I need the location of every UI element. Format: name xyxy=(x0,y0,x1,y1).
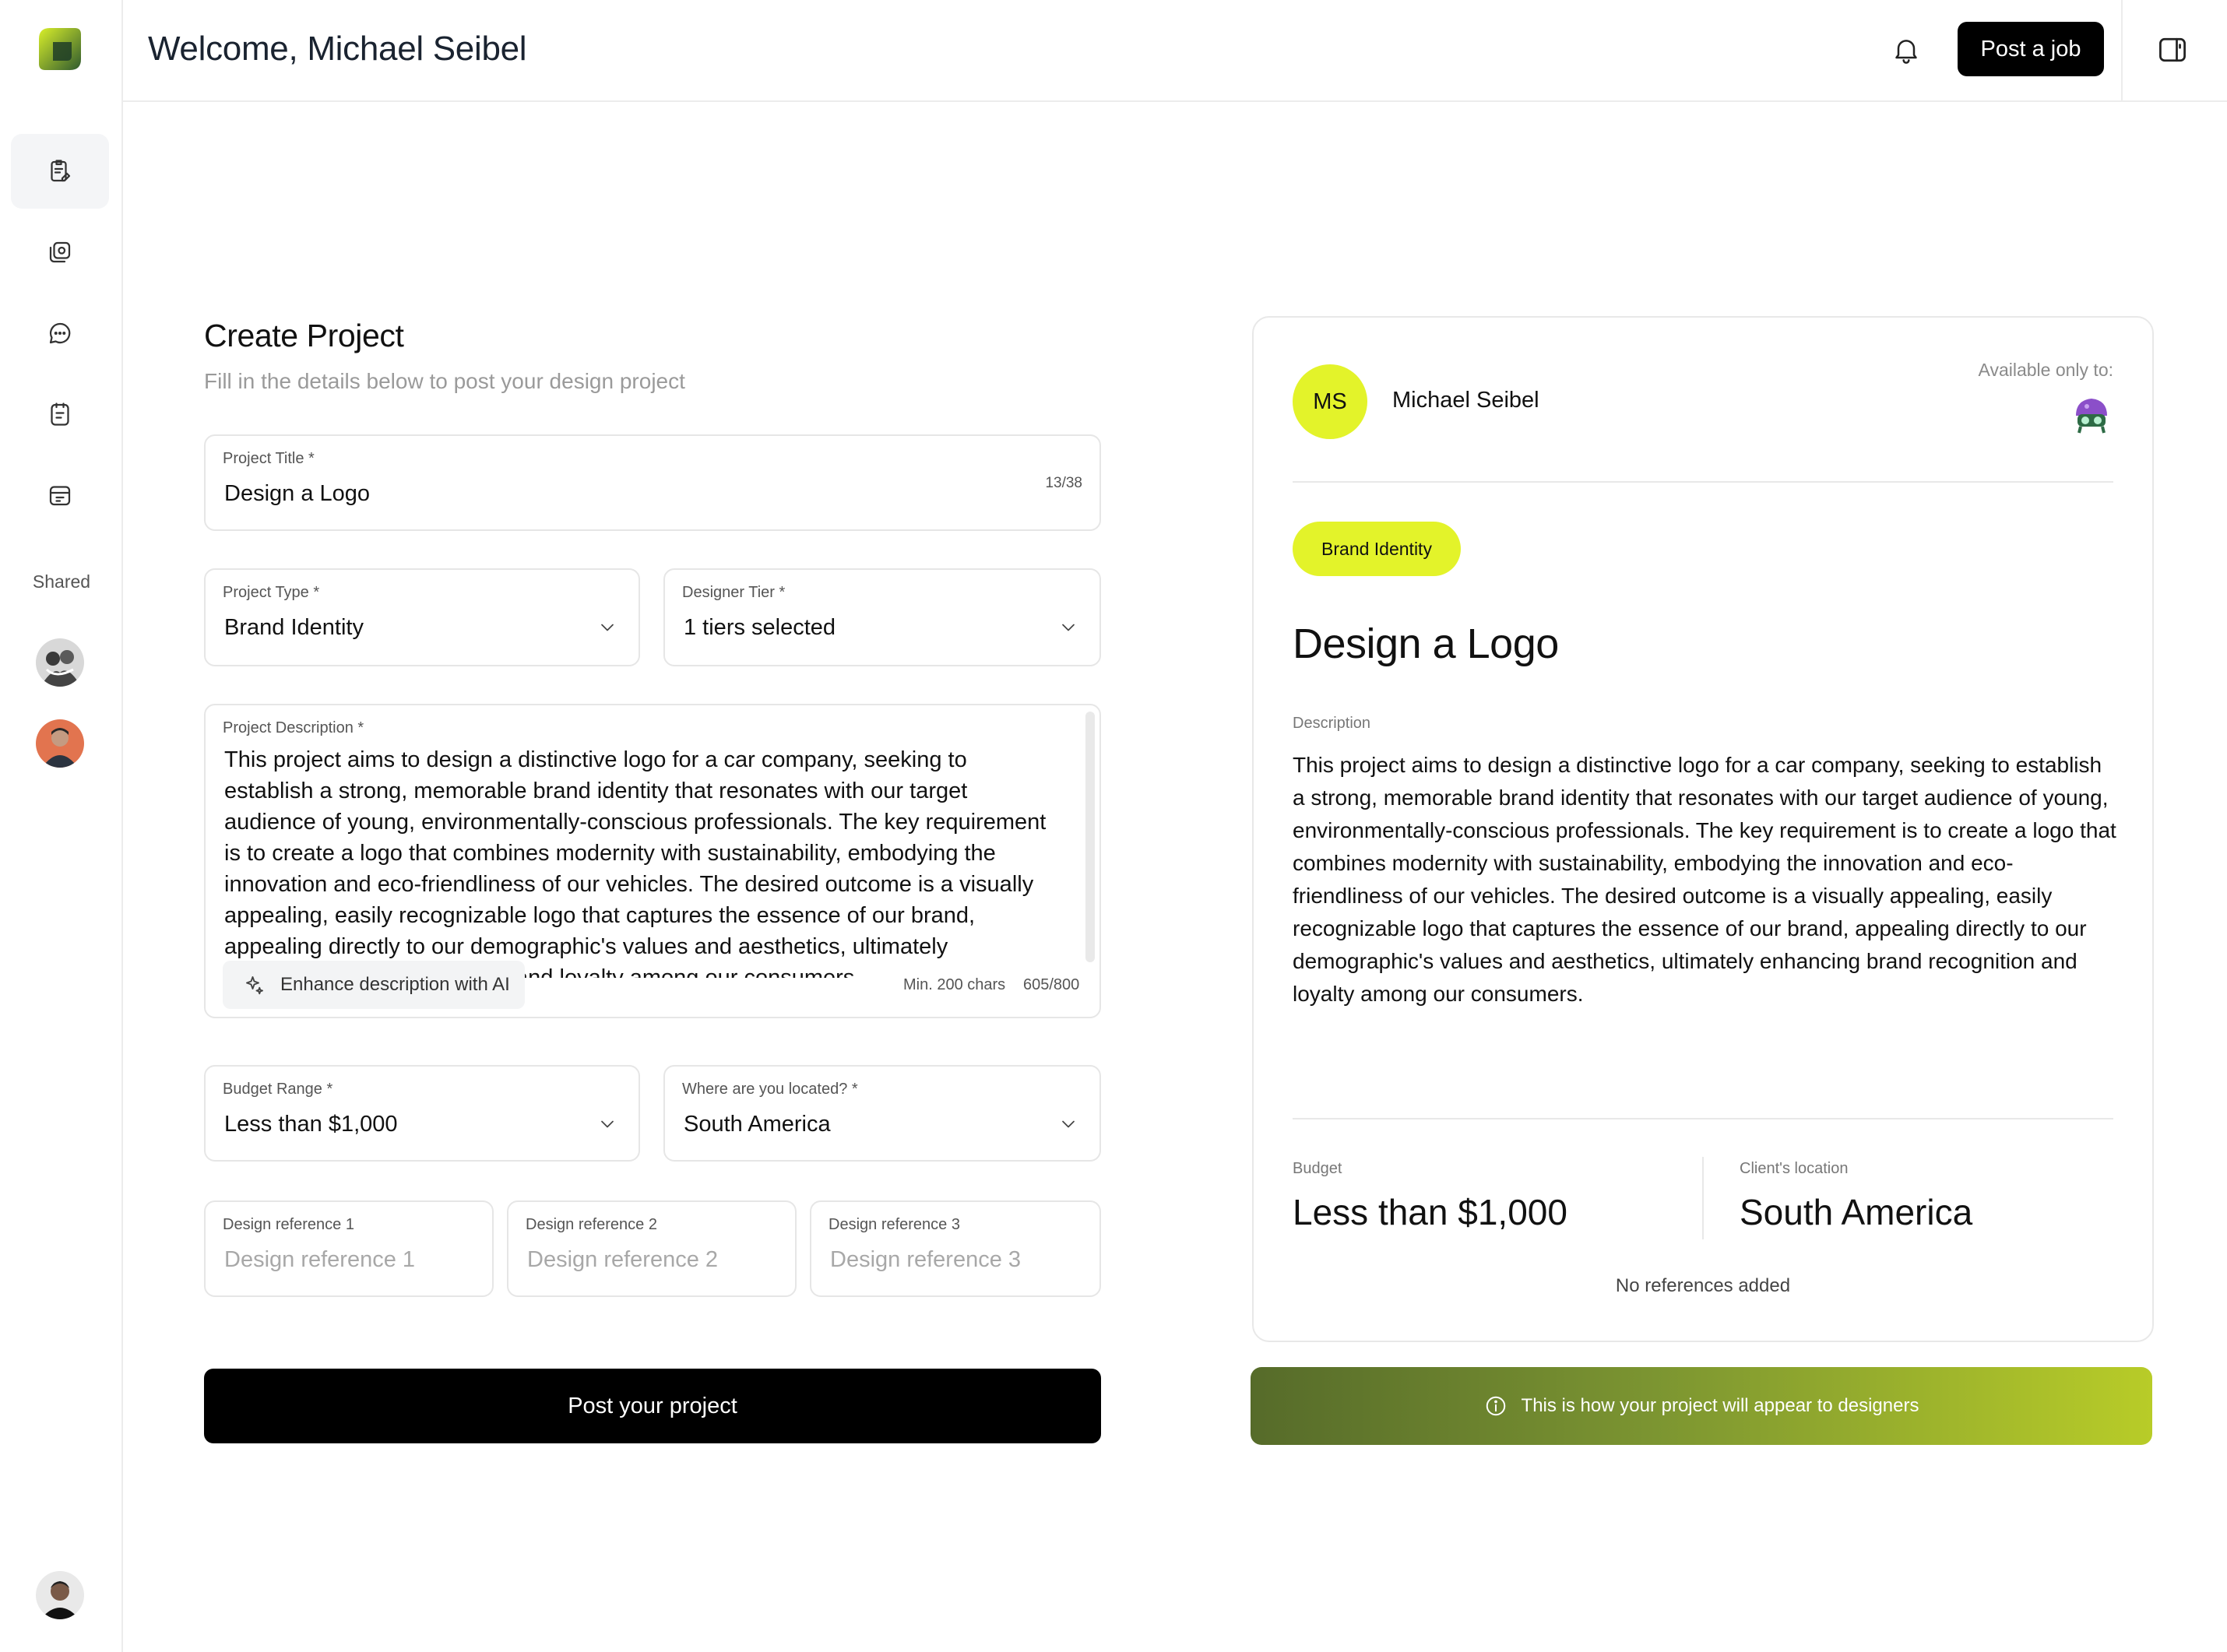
form-title: Create Project xyxy=(204,318,404,353)
enhance-with-ai-button[interactable]: Enhance description with AI xyxy=(223,961,525,1009)
design-reference-1-label: Design reference 1 xyxy=(223,1216,354,1233)
location-select[interactable]: Where are you located? * South America xyxy=(663,1065,1101,1162)
designer-tier-select[interactable]: Designer Tier * 1 tiers selected xyxy=(663,568,1101,666)
nav-tasks[interactable] xyxy=(11,377,109,452)
design-reference-3-input[interactable]: Design reference 3 Design reference 3 xyxy=(810,1200,1101,1297)
design-reference-2-placeholder: Design reference 2 xyxy=(527,1247,719,1272)
nav-gallery[interactable] xyxy=(11,215,109,290)
preview-budget: Less than $1,000 xyxy=(1293,1192,1567,1232)
header-divider xyxy=(2121,0,2123,102)
design-reference-1-input[interactable]: Design reference 1 Design reference 1 xyxy=(204,1200,494,1297)
preview-title: Design a Logo xyxy=(1293,620,1559,667)
shared-avatar-2[interactable] xyxy=(36,719,84,768)
chevron-down-icon xyxy=(1062,1120,1075,1128)
design-reference-3-label: Design reference 3 xyxy=(829,1216,960,1233)
preview-vertical-divider xyxy=(1702,1157,1704,1239)
preview-notice-text: This is how your project will appear to … xyxy=(1521,1395,1919,1416)
post-project-button[interactable]: Post your project xyxy=(204,1369,1101,1443)
sidebar: Shared xyxy=(0,0,123,1652)
project-title-value: Design a Logo xyxy=(224,481,371,506)
preview-notice-banner: This is how your project will appear to … xyxy=(1251,1367,2152,1445)
description-count: 605/800 xyxy=(1023,976,1080,993)
calendar-icon xyxy=(49,486,71,506)
top-header: Welcome, Michael Seibel Post a job xyxy=(123,0,2227,102)
nav-projects[interactable] xyxy=(11,134,109,209)
location-value: South America xyxy=(684,1112,831,1137)
project-preview-card: MS Michael Seibel Available only to: Bra… xyxy=(1252,316,2154,1342)
panel-toggle-icon[interactable] xyxy=(2155,33,2190,67)
description-scrollbar[interactable] xyxy=(1085,712,1095,962)
nav-calendar[interactable] xyxy=(11,458,109,533)
preview-description-label: Description xyxy=(1293,715,1371,732)
client-name: Michael Seibel xyxy=(1392,388,1539,413)
notification-bell-icon[interactable] xyxy=(1891,34,1922,65)
post-job-button[interactable]: Post a job xyxy=(1958,22,2104,76)
shared-avatar-1[interactable] xyxy=(36,638,84,687)
budget-range-label: Budget Range * xyxy=(223,1081,333,1098)
app-logo[interactable] xyxy=(36,25,84,73)
project-description-text[interactable]: This project aims to design a distinctiv… xyxy=(224,744,1050,978)
preview-divider-top xyxy=(1293,481,2113,483)
location-label: Where are you located? * xyxy=(682,1081,858,1098)
nav-messages[interactable] xyxy=(11,296,109,371)
clipboard-edit-icon xyxy=(51,160,71,182)
user-avatar[interactable] xyxy=(36,1571,84,1619)
project-type-value: Brand Identity xyxy=(224,615,364,640)
preview-divider-bottom xyxy=(1293,1118,2113,1119)
sparkle-icon xyxy=(246,976,263,995)
enhance-label: Enhance description with AI xyxy=(280,974,510,995)
design-reference-1-placeholder: Design reference 1 xyxy=(224,1247,416,1272)
chevron-down-icon xyxy=(601,1120,614,1128)
no-references-text: No references added xyxy=(1615,1275,1791,1296)
chevron-down-icon xyxy=(1062,624,1075,631)
checklist-icon xyxy=(51,402,69,426)
preview-location: South America xyxy=(1740,1192,1973,1232)
project-description-field[interactable]: Project Description * This project aims … xyxy=(204,704,1101,1018)
gallery-icon xyxy=(49,241,71,263)
chevron-down-icon xyxy=(601,624,614,631)
designer-tier-label: Designer Tier * xyxy=(682,584,786,601)
project-type-select[interactable]: Project Type * Brand Identity xyxy=(204,568,640,666)
project-title-label: Project Title * xyxy=(223,450,315,467)
preview-location-label: Client's location xyxy=(1740,1160,1849,1177)
budget-range-select[interactable]: Budget Range * Less than $1,000 xyxy=(204,1065,640,1162)
shared-label: Shared xyxy=(32,571,91,592)
designer-tier-value: 1 tiers selected xyxy=(684,615,836,640)
design-reference-2-label: Design reference 2 xyxy=(526,1216,657,1233)
available-only-label: Available only to: xyxy=(1978,360,2113,380)
info-icon xyxy=(1486,1396,1505,1416)
preview-budget-label: Budget xyxy=(1293,1160,1342,1177)
project-description-label: Project Description * xyxy=(223,719,364,736)
welcome-title: Welcome, Michael Seibel xyxy=(148,30,527,68)
client-avatar: MS xyxy=(1293,364,1367,439)
min-chars-hint: Min. 200 chars xyxy=(903,976,1006,993)
form-subtitle: Fill in the details below to post your d… xyxy=(204,369,685,393)
chat-bubble-icon xyxy=(49,322,71,344)
design-reference-2-input[interactable]: Design reference 2 Design reference 2 xyxy=(507,1200,797,1297)
preview-description: This project aims to design a distinctiv… xyxy=(1293,753,2116,1006)
design-reference-3-placeholder: Design reference 3 xyxy=(830,1247,1022,1272)
tier-badge-icon xyxy=(2070,392,2113,436)
project-type-tag: Brand Identity xyxy=(1293,522,1461,576)
project-title-count: 13/38 xyxy=(1045,475,1082,491)
project-title-field[interactable]: Project Title * Design a Logo 13/38 xyxy=(204,434,1101,531)
budget-range-value: Less than $1,000 xyxy=(224,1112,398,1137)
project-type-label: Project Type * xyxy=(223,584,320,601)
